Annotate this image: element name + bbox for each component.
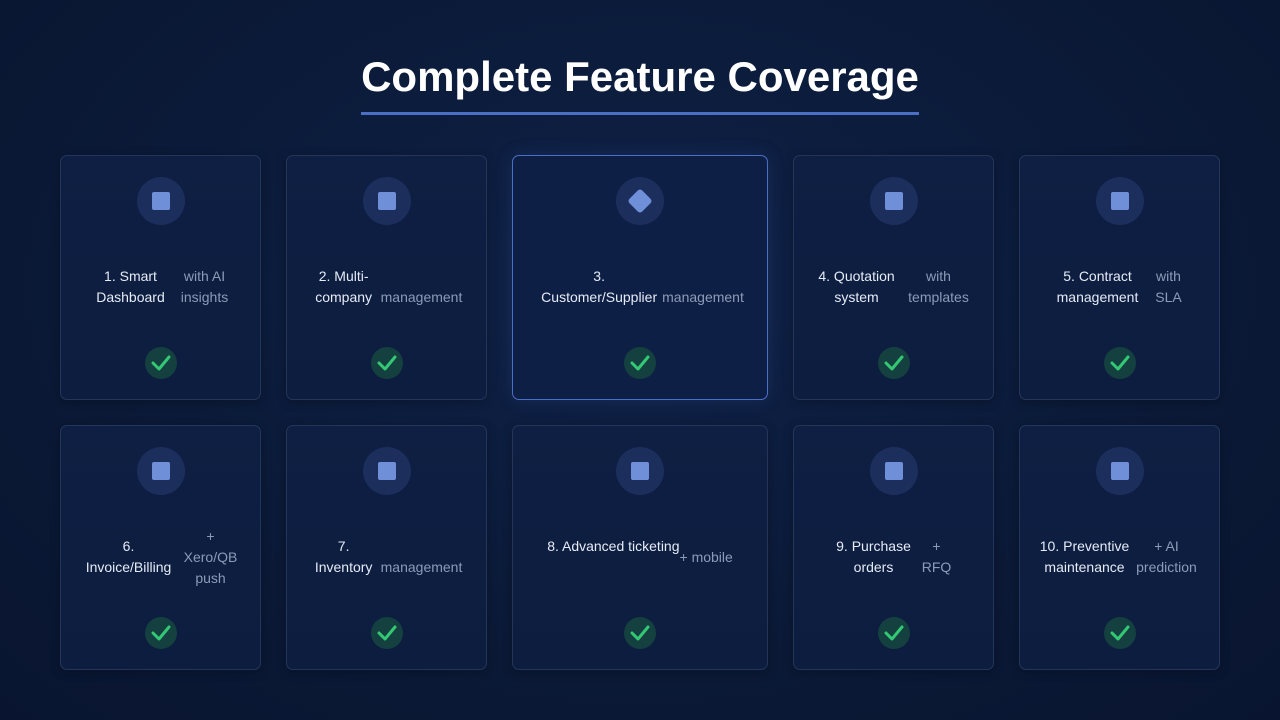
check-icon — [624, 347, 656, 379]
feature-label: 8. Advanced ticketing + mobile — [513, 512, 767, 602]
feature-title: 4. Quotation system — [818, 268, 895, 305]
feature-detail: with templates — [908, 268, 969, 305]
feature-detail: management — [380, 289, 463, 305]
feature-detail: with AI insights — [180, 268, 229, 305]
feature-detail: management — [380, 559, 463, 575]
square-icon — [884, 192, 903, 210]
feature-grid: 1. Smart Dashboard with AI insights 2. M… — [60, 155, 1220, 670]
feature-detail: + mobile — [679, 548, 733, 565]
feature-icon-badge — [869, 447, 918, 495]
feature-label: 1. Smart Dashboard with AI insights — [61, 242, 260, 332]
check-icon — [144, 347, 177, 379]
feature-card-1: 1. Smart Dashboard with AI insights — [60, 155, 261, 400]
diamond-icon — [627, 188, 653, 214]
square-icon — [631, 462, 649, 480]
check-icon — [624, 617, 656, 649]
feature-card-6: 6. Invoice/Billing + Xero/QB push — [60, 425, 261, 670]
square-icon — [884, 462, 903, 480]
title-wrap: Complete Feature Coverage — [0, 52, 1280, 115]
square-icon — [1110, 462, 1129, 480]
check-icon — [1103, 347, 1136, 379]
feature-detail: management — [662, 289, 744, 305]
feature-icon-badge — [136, 447, 185, 495]
feature-detail: + RFQ — [921, 538, 952, 575]
square-icon — [377, 192, 396, 210]
feature-card-7: 7. Inventory management — [286, 425, 487, 670]
feature-title: 9. Purchase orders — [836, 538, 911, 575]
feature-card-5: 5. Contract management with SLA — [1019, 155, 1220, 400]
feature-label: 9. Purchase orders + RFQ — [794, 512, 993, 602]
feature-card-10: 10. Preventive maintenance + AI predicti… — [1019, 425, 1220, 670]
check-icon — [877, 617, 910, 649]
feature-icon-badge — [616, 447, 664, 495]
feature-card-4: 4. Quotation system with templates — [793, 155, 994, 400]
feature-detail: with SLA — [1155, 268, 1182, 305]
feature-label: 5. Contract management with SLA — [1020, 242, 1219, 332]
feature-card-2: 2. Multi-company management — [286, 155, 487, 400]
feature-title: 6. Invoice/Billing — [85, 538, 172, 575]
square-icon — [1110, 192, 1129, 210]
feature-label: 6. Invoice/Billing + Xero/QB push — [61, 512, 260, 602]
square-icon — [377, 462, 396, 480]
feature-icon-badge — [362, 177, 411, 225]
feature-title: 5. Contract management — [1056, 268, 1139, 305]
feature-title: 8. Advanced ticketing — [547, 538, 680, 554]
feature-label: 4. Quotation system with templates — [794, 242, 993, 332]
page-title: Complete Feature Coverage — [361, 52, 919, 115]
feature-label: 3. Customer/Supplier management — [513, 242, 767, 332]
feature-label: 2. Multi-company management — [287, 242, 486, 332]
feature-title: 7. Inventory — [314, 538, 373, 575]
feature-icon-badge — [869, 177, 918, 225]
feature-card-8: 8. Advanced ticketing + mobile — [512, 425, 768, 670]
feature-label: 10. Preventive maintenance + AI predicti… — [1020, 512, 1219, 602]
check-icon — [144, 617, 177, 649]
feature-card-9: 9. Purchase orders + RFQ — [793, 425, 994, 670]
feature-icon-badge — [362, 447, 411, 495]
feature-icon-badge — [1095, 177, 1144, 225]
feature-label: 7. Inventory management — [287, 512, 486, 602]
feature-icon-badge — [136, 177, 185, 225]
feature-title: 1. Smart Dashboard — [96, 268, 165, 305]
feature-detail: + Xero/QB push — [183, 527, 238, 586]
feature-title: 3. Customer/Supplier — [541, 268, 658, 305]
feature-title: 2. Multi-company — [315, 268, 373, 305]
feature-icon-badge — [1095, 447, 1144, 495]
feature-icon-badge — [616, 177, 664, 225]
feature-detail: + AI prediction — [1136, 538, 1197, 575]
check-icon — [1103, 617, 1136, 649]
check-icon — [877, 347, 910, 379]
check-icon — [370, 347, 403, 379]
feature-card-3: 3. Customer/Supplier management — [512, 155, 768, 400]
square-icon — [151, 192, 170, 210]
feature-title: 10. Preventive maintenance — [1039, 538, 1130, 575]
square-icon — [151, 462, 170, 480]
check-icon — [370, 617, 403, 649]
